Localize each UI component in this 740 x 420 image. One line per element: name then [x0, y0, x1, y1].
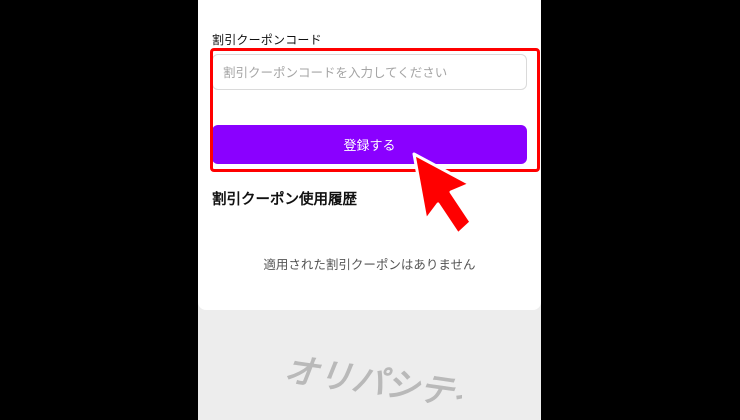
- oripacity-logo: オリパシティ: [282, 345, 488, 418]
- coupon-code-input[interactable]: [212, 54, 527, 90]
- register-button[interactable]: 登録する: [212, 125, 527, 164]
- red-arrow-pointer-icon: [412, 152, 473, 236]
- coupon-code-label: 割引クーポンコード: [212, 33, 322, 47]
- logo-text: オリパシティ: [282, 350, 462, 415]
- coupon-history-empty-message: 適用された割引クーポンはありません: [263, 257, 476, 272]
- coupon-card: 割引クーポンコード 登録する 割引クーポン使用履歴 適用された割引クーポンはあり…: [198, 0, 541, 310]
- coupon-history-title: 割引クーポン使用履歴: [212, 192, 357, 208]
